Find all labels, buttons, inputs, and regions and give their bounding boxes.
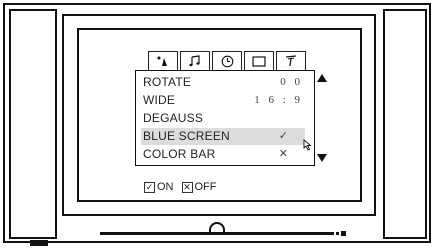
music-note-icon <box>189 55 200 67</box>
menu-item-color-bar[interactable]: COLOR BAR ✕ <box>141 146 305 163</box>
menu-item-label: BLUE SCREEN <box>143 129 230 143</box>
legend-on: ✓ ON <box>144 181 174 193</box>
left-foot <box>30 240 48 246</box>
right-speaker <box>383 9 427 239</box>
legend-off-label: OFF <box>194 181 217 193</box>
screen-icon <box>252 55 266 67</box>
legend-on-label: ON <box>157 181 174 193</box>
tab-picture[interactable] <box>148 51 178 71</box>
menu-item-label: COLOR BAR <box>143 147 216 161</box>
scroll-up-icon[interactable] <box>317 74 327 82</box>
pointer-cursor-icon <box>303 139 312 151</box>
menu-item-label: DEGAUSS <box>143 111 204 125</box>
menu-item-wide[interactable]: WIDE 1 6 : 9 <box>141 92 305 109</box>
left-speaker <box>9 9 57 239</box>
menu-item-label: WIDE <box>143 93 176 107</box>
menu-item-rotate[interactable]: ROTATE 0 0 <box>141 74 305 91</box>
tab-screen[interactable] <box>244 51 274 71</box>
base-stub <box>341 231 346 236</box>
tab-setup[interactable] <box>276 51 306 71</box>
check-box-icon: ✓ <box>144 181 155 193</box>
antenna-icon <box>285 55 297 67</box>
legend-off: ✕ OFF <box>181 181 217 193</box>
scroll-down-icon[interactable] <box>317 154 327 162</box>
power-button-icon[interactable] <box>209 222 225 232</box>
base-stand <box>100 232 331 235</box>
tab-timer[interactable] <box>212 51 242 71</box>
cross-box-icon: ✕ <box>181 181 193 193</box>
base-dash <box>331 232 341 235</box>
menu-item-label: ROTATE <box>143 75 192 89</box>
menu-item-degauss[interactable]: DEGAUSS <box>141 110 305 127</box>
on-off-legend: ✓ ON ✕ OFF <box>144 179 225 195</box>
menu-item-value: ✕ <box>278 148 291 160</box>
menu-tabs <box>148 51 308 71</box>
settings-menu: ROTATE 0 0 WIDE 1 6 : 9 DEGAUSS BLUE SCR… <box>135 70 327 166</box>
menu-item-value: 1 6 : 9 <box>254 94 303 106</box>
clock-icon <box>221 55 233 67</box>
tab-sound[interactable] <box>180 51 210 71</box>
menu-item-value: ✓ <box>278 130 291 142</box>
menu-item-blue-screen[interactable]: BLUE SCREEN ✓ <box>141 128 305 145</box>
menu-scrollbar[interactable] <box>314 71 327 165</box>
picture-icon <box>157 56 167 66</box>
menu-item-value: 0 0 <box>280 76 303 88</box>
